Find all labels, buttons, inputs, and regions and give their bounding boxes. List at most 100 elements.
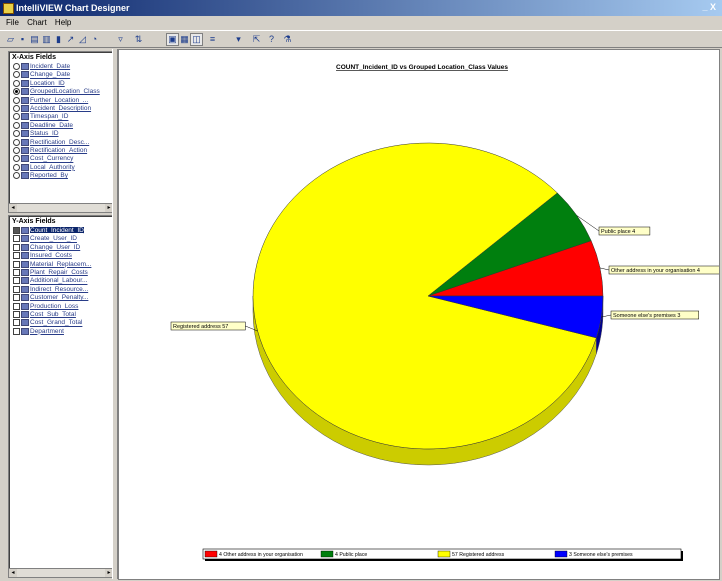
x-axis-field-item[interactable]: Change_Date [13,71,109,79]
menu-file[interactable]: File [6,17,19,29]
x-axis-field-item[interactable]: Deadline_Date [13,121,109,130]
y-axis-field-item[interactable]: Insured_Costs [13,252,109,260]
y-axis-field-list: Count_Incident_ID Create_User_ID Change_Us… [13,227,109,336]
checkbox[interactable] [13,260,20,268]
field-icon [21,268,29,276]
filter-icon[interactable]: ▿ [114,33,127,46]
x-axis-field-item[interactable]: Further_Location_... [13,96,109,105]
x-axis-fields-header: X-Axis Fields [12,54,56,61]
y-panel-horizontal-scrollbar[interactable]: ◂ ▸ [9,568,113,577]
field-icon [21,227,29,234]
view-both-icon[interactable]: ◫ [190,33,203,46]
checkbox[interactable] [13,268,20,276]
window-controls[interactable]: _ X [702,2,716,12]
app-icon [3,3,14,14]
y-axis-field-item[interactable]: Change_User_ID [13,243,109,252]
radio-button[interactable] [13,155,20,163]
pie-chart-icon[interactable]: ◔ [88,33,101,46]
sort-icon[interactable]: ⇅ [132,33,145,46]
x-panel-horizontal-scrollbar[interactable]: ◂ ▸ [9,203,113,212]
checkbox[interactable] [13,243,20,251]
x-axis-field-item[interactable]: Local_Authority [13,163,109,172]
checkbox[interactable] [13,327,20,335]
field-label: Accident_Description [30,105,92,113]
checkbox[interactable] [13,252,20,260]
window-title: IntelliVIEW Chart Designer [16,3,130,13]
legend-label: 57 Registered address [452,552,505,558]
radio-button[interactable] [13,146,20,154]
checkbox[interactable] [13,227,20,234]
field-icon [21,163,29,171]
field-icon [21,146,29,154]
export-icon[interactable]: ⇱ [250,33,263,46]
x-axis-field-item[interactable]: Timespan_ID [13,113,109,121]
field-icon [21,327,29,335]
y-axis-field-item[interactable]: Count_Incident_ID [13,227,109,235]
field-icon [21,121,29,129]
slice-label: Registered address 57 [173,324,228,330]
radio-button[interactable] [13,63,20,70]
checkbox[interactable] [13,277,20,285]
field-label: Local_Authority [30,163,75,171]
radio-button[interactable] [13,104,20,112]
help-icon[interactable]: ? [265,33,278,46]
checkbox[interactable] [13,285,20,293]
field-label: Reported_By [30,172,68,180]
radio-button[interactable] [13,79,20,87]
y-axis-field-item[interactable]: Customer_Penalty... [13,294,109,302]
radio-button[interactable] [13,96,20,104]
field-label: GroupedLocation_Class [30,88,100,96]
x-axis-field-item[interactable]: Cost_Currency [13,155,109,163]
x-axis-field-item[interactable]: Accident_Description [13,104,109,113]
checkbox[interactable] [13,302,20,310]
radio-button[interactable] [13,172,20,180]
y-axis-field-item[interactable]: Department [13,327,109,336]
field-label: Material_Replacem... [30,260,92,268]
dropdown-icon[interactable]: ▾ [232,33,245,46]
x-axis-field-item[interactable]: Reported_By [13,172,109,180]
field-icon [21,277,29,285]
x-axis-field-item[interactable]: Incident_Date [13,63,109,71]
slice-label: Other address in your organisation 4 [611,268,700,274]
x-axis-field-item[interactable]: Rectification_Desc... [13,138,109,147]
scroll-left-icon[interactable]: ◂ [9,569,17,577]
field-label: Status_ID [30,130,59,138]
radio-button[interactable] [13,71,20,79]
x-axis-field-item[interactable]: GroupedLocation_Class [13,88,109,96]
y-axis-fields-panel: Y-Axis Fields Count_Incident_ID Create_Us… [8,215,114,578]
radio-button[interactable] [13,138,20,146]
x-axis-field-item[interactable]: Status_ID [13,130,109,138]
radio-button[interactable] [13,163,20,171]
field-label: Cost_Sub_Total [30,311,76,319]
field-icon [21,260,29,268]
y-axis-field-item[interactable]: Plant_Repair_Costs [13,268,109,277]
y-axis-field-item[interactable]: Material_Replacem... [13,260,109,269]
y-axis-field-item[interactable]: Cost_Grand_Total [13,319,109,327]
legend-swatch [320,550,334,558]
y-axis-field-item[interactable]: Indirect_Resource... [13,285,109,294]
x-axis-field-item[interactable]: Location_ID [13,79,109,88]
radio-button[interactable] [13,113,20,121]
x-axis-field-item[interactable]: Rectification_Action [13,146,109,155]
checkbox[interactable] [13,235,20,243]
radio-button[interactable] [13,121,20,129]
radio-button[interactable] [13,130,20,138]
legend-swatch [437,550,451,558]
menu-help[interactable]: Help [55,17,71,29]
y-axis-field-item[interactable]: Cost_Sub_Total [13,310,109,319]
y-axis-field-item[interactable]: Additional_Labour... [13,277,109,285]
checkbox[interactable] [13,294,20,302]
field-icon [21,138,29,146]
y-axis-field-item[interactable]: Production_Loss [13,302,109,311]
checkbox[interactable] [13,310,20,318]
field-icon [21,294,29,302]
field-icon [21,104,29,112]
y-axis-field-item[interactable]: Create_User_ID [13,235,109,243]
menu-chart[interactable]: Chart [27,17,47,29]
flask-icon[interactable]: ⚗ [281,33,294,46]
checkbox[interactable] [13,319,20,327]
slice-label: Someone else's premises 3 [613,313,680,319]
scroll-left-icon[interactable]: ◂ [9,204,17,212]
options-icon[interactable]: ≡ [206,33,219,46]
radio-button[interactable] [13,88,20,96]
